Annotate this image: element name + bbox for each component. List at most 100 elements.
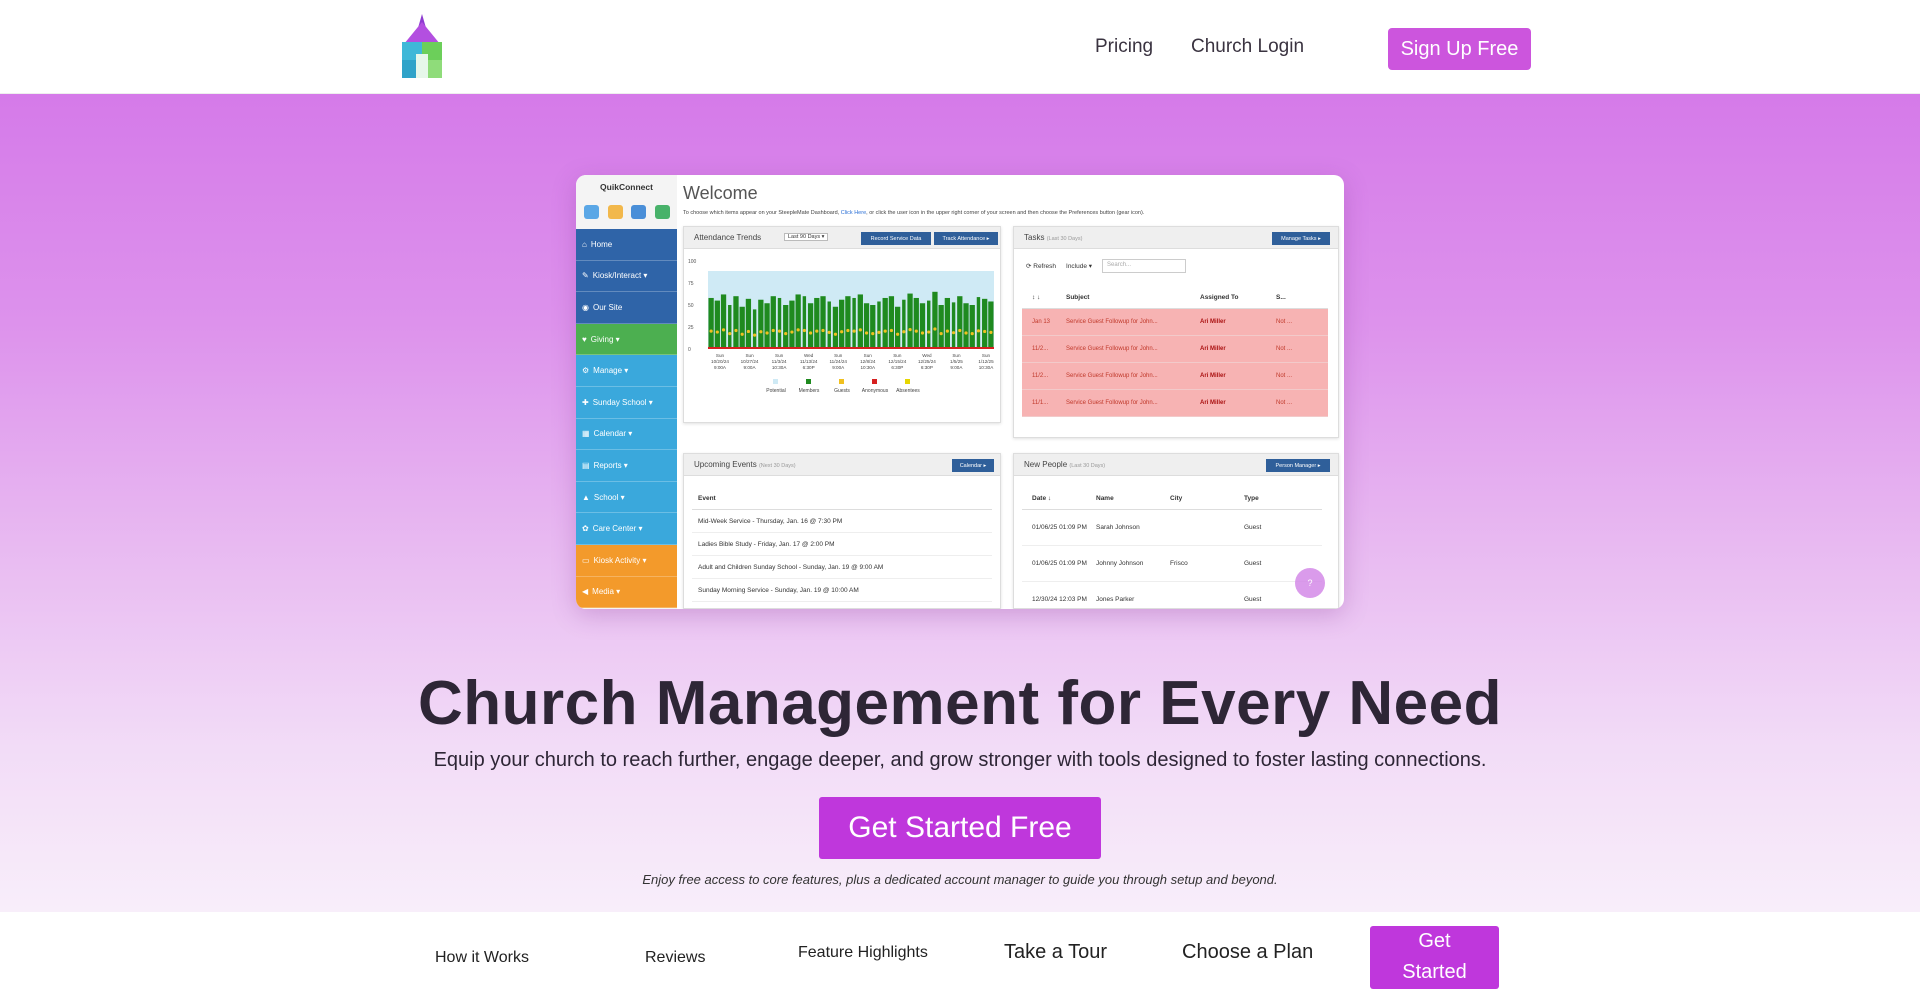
subject-column[interactable]: Subject bbox=[1066, 294, 1200, 301]
events-title: Upcoming Events bbox=[694, 460, 757, 469]
sidebar-item-manage[interactable]: ⚙ Manage ▾ bbox=[576, 355, 677, 387]
refresh-button[interactable]: ⟳ Refresh bbox=[1026, 262, 1056, 270]
anonymous-band bbox=[708, 347, 994, 349]
people-subtitle: (Last 30 Days) bbox=[1069, 463, 1106, 469]
sidebar-item-calendar[interactable]: ▦ Calendar ▾ bbox=[576, 418, 677, 451]
x-tick-label: Sun bbox=[864, 353, 873, 358]
name-column[interactable]: Name bbox=[1096, 495, 1170, 502]
member-bar bbox=[907, 293, 913, 349]
get-started-free-button[interactable]: Get Started Free bbox=[819, 797, 1101, 859]
guest-point bbox=[864, 331, 869, 335]
date-column[interactable]: Date ↓ bbox=[1022, 495, 1096, 502]
x-tick-label: Sun bbox=[716, 353, 725, 358]
guest-point bbox=[927, 330, 931, 334]
sidebar-item-reports[interactable]: ▤ Reports ▾ bbox=[576, 450, 677, 482]
y-tick-label: 75 bbox=[688, 281, 694, 287]
hint-link[interactable]: Click Here bbox=[841, 210, 866, 216]
task-search-input[interactable]: Search... bbox=[1102, 259, 1187, 273]
x-tick-label: 1/12/25 bbox=[978, 359, 994, 364]
city-column[interactable]: City bbox=[1170, 495, 1244, 502]
attendance-chart: 1007550250Sun10/20/249:00ASun10/27/249:0… bbox=[688, 259, 994, 394]
nav-pricing-link[interactable]: Pricing bbox=[1095, 36, 1153, 58]
person-date: 01/06/25 01:09 PM bbox=[1032, 524, 1087, 531]
list-item[interactable]: Mid-Week Service - Thursday, Jan. 16 @ 7… bbox=[692, 510, 992, 533]
task-subject: Service Guest Followup for John... bbox=[1066, 319, 1158, 325]
track-attendance-button[interactable]: Track Attendance ▸ bbox=[934, 232, 998, 245]
feature-highlights-link[interactable]: Feature Highlights bbox=[798, 944, 928, 962]
guest-point bbox=[896, 332, 900, 336]
list-item[interactable]: Sunday Morning Service - Sunday, Jan. 19… bbox=[692, 579, 992, 602]
table-row[interactable]: 11/2... Service Guest Followup for John..… bbox=[1022, 336, 1328, 363]
choose-a-plan-link[interactable]: Choose a Plan bbox=[1182, 941, 1313, 964]
hint-prefix: To choose which items appear on your Ste… bbox=[683, 210, 841, 216]
member-bar bbox=[951, 302, 956, 349]
table-row[interactable]: 01/06/25 01:09 PM Johnny Johnson Frisco Gue… bbox=[1022, 546, 1322, 582]
sidebar-item-giving[interactable]: ♥ Giving ▾ bbox=[576, 323, 677, 356]
sidebar-item-label: Our Site bbox=[592, 302, 623, 312]
church-logo-icon[interactable] bbox=[396, 14, 448, 80]
sidebar-item-kioskinteract[interactable]: ✎ Kiosk/Interact ▾ bbox=[576, 260, 677, 293]
panel-header: Tasks (Last 30 Days) Manage Tasks ▸ bbox=[1014, 227, 1338, 249]
sidebar-item-our[interactable]: ◉ Our Site bbox=[576, 292, 677, 324]
section-nav-strip: How it Works Reviews Feature Highlights … bbox=[0, 912, 1920, 993]
calendar-button[interactable]: Calendar ▸ bbox=[952, 459, 994, 472]
sidebar-item-sunday[interactable]: ✚ Sunday School ▾ bbox=[576, 386, 677, 419]
how-it-works-link[interactable]: How it Works bbox=[435, 949, 529, 967]
sidebar-item-care[interactable]: ✿ Care Center ▾ bbox=[576, 513, 677, 545]
help-bubble-button[interactable]: ? bbox=[1295, 568, 1325, 598]
sidebar-item-media[interactable]: ◀ Media ▾ bbox=[576, 576, 677, 609]
take-a-tour-link[interactable]: Take a Tour bbox=[1004, 941, 1107, 964]
status-column[interactable]: S... bbox=[1276, 294, 1316, 301]
table-row[interactable]: 01/06/25 01:09 PM Sarah Johnson Guest bbox=[1022, 510, 1322, 546]
legend-label: Potential bbox=[766, 388, 785, 394]
person-manager-button[interactable]: Person Manager ▸ bbox=[1266, 459, 1330, 472]
tasks-panel: Tasks (Last 30 Days) Manage Tasks ▸ ⟳ Re… bbox=[1013, 226, 1339, 438]
sort-column[interactable]: ↕ ↓ bbox=[1022, 294, 1066, 301]
attendance-range-select[interactable]: Last 90 Days ▾ bbox=[784, 233, 829, 241]
sign-up-free-button[interactable]: Sign Up Free bbox=[1388, 28, 1531, 70]
include-dropdown[interactable]: Include ▾ bbox=[1066, 262, 1092, 270]
nav-church-login-link[interactable]: Church Login bbox=[1191, 36, 1304, 58]
guest-point bbox=[877, 330, 881, 334]
megaphone-icon: ◀ bbox=[582, 587, 589, 597]
manage-tasks-button[interactable]: Manage Tasks ▸ bbox=[1272, 232, 1330, 245]
sidebar-item-kiosk[interactable]: ▭ Kiosk Activity ▾ bbox=[576, 544, 677, 577]
type-column[interactable]: Type bbox=[1244, 495, 1304, 502]
panel-header: New People (Last 30 Days) Person Manager… bbox=[1014, 454, 1338, 476]
table-row[interactable]: 11/1... Service Guest Followup for John..… bbox=[1022, 390, 1328, 417]
table-header: ↕ ↓ Subject Assigned To S... bbox=[1022, 287, 1328, 309]
list-item[interactable]: Ladies Bible Study - Friday, Jan. 17 @ 2… bbox=[692, 533, 992, 556]
hint-suffix: , or click the user icon in the upper ri… bbox=[866, 210, 1145, 216]
new-people-panel: New People (Last 30 Days) Person Manager… bbox=[1013, 453, 1339, 609]
assigned-to-column[interactable]: Assigned To bbox=[1200, 294, 1276, 301]
x-tick-label: 10:30A bbox=[860, 365, 875, 370]
member-bar bbox=[752, 309, 757, 349]
sidebar-item-school[interactable]: ▲ School ▾ bbox=[576, 481, 677, 514]
sidebar-item-label: Kiosk/Interact ▾ bbox=[592, 271, 648, 281]
member-bar bbox=[745, 298, 752, 349]
table-row[interactable]: 12/30/24 12:03 PM Jones Parker Guest bbox=[1022, 582, 1322, 609]
table-row[interactable]: Jan 13 Service Guest Followup for John...… bbox=[1022, 309, 1328, 336]
member-bar bbox=[982, 298, 988, 349]
kiosk-icon: ✎ bbox=[582, 271, 589, 281]
record-service-data-button[interactable]: Record Service Data bbox=[861, 232, 931, 245]
guest-point bbox=[964, 331, 968, 335]
table-row[interactable]: 11/2... Service Guest Followup for John..… bbox=[1022, 363, 1328, 390]
people-rows: 01/06/25 01:09 PM Sarah Johnson Guest 01/06… bbox=[1022, 510, 1322, 609]
member-bar bbox=[863, 303, 870, 349]
task-date: Jan 13 bbox=[1032, 319, 1051, 325]
guest-point bbox=[858, 328, 862, 332]
reviews-link[interactable]: Reviews bbox=[645, 949, 705, 967]
member-bar bbox=[852, 297, 856, 349]
x-tick-label: 9:00A bbox=[832, 365, 845, 370]
attendance-trends-panel: Attendance Trends Last 90 Days ▾ Record … bbox=[683, 226, 1001, 423]
member-bar bbox=[902, 299, 906, 349]
member-bar bbox=[988, 301, 994, 349]
sidebar-item-home[interactable]: ⌂ Home bbox=[576, 229, 677, 261]
quikconnect-sidebar: QuikConnect ⌂ Home ✎ Kiosk/Interact ▾ ◉ Our S… bbox=[576, 175, 677, 609]
person-name: Sarah Johnson bbox=[1096, 524, 1140, 531]
get-started-button[interactable]: Get Started bbox=[1370, 926, 1499, 989]
member-bar bbox=[739, 306, 745, 349]
person-type: Guest bbox=[1244, 560, 1262, 567]
list-item[interactable]: Adult and Children Sunday School - Sunda… bbox=[692, 556, 992, 579]
